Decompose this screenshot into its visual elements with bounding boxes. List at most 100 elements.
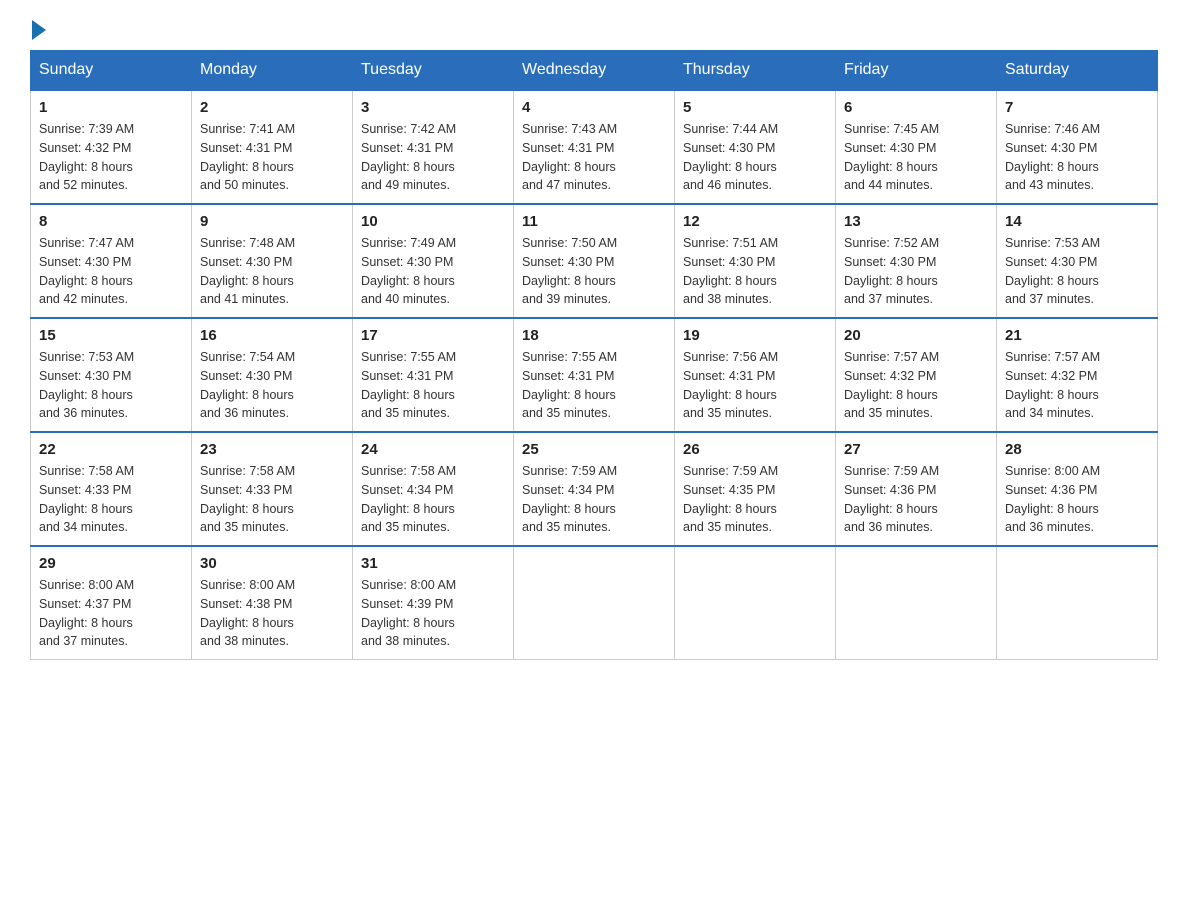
calendar-cell: 20 Sunrise: 7:57 AMSunset: 4:32 PMDaylig… bbox=[836, 318, 997, 432]
calendar-week-row: 8 Sunrise: 7:47 AMSunset: 4:30 PMDayligh… bbox=[31, 204, 1158, 318]
calendar-cell: 16 Sunrise: 7:54 AMSunset: 4:30 PMDaylig… bbox=[192, 318, 353, 432]
calendar-cell: 28 Sunrise: 8:00 AMSunset: 4:36 PMDaylig… bbox=[997, 432, 1158, 546]
day-number: 29 bbox=[39, 555, 183, 572]
calendar-cell: 15 Sunrise: 7:53 AMSunset: 4:30 PMDaylig… bbox=[31, 318, 192, 432]
calendar-cell: 21 Sunrise: 7:57 AMSunset: 4:32 PMDaylig… bbox=[997, 318, 1158, 432]
day-info: Sunrise: 8:00 AMSunset: 4:39 PMDaylight:… bbox=[361, 576, 505, 651]
weekday-header-monday: Monday bbox=[192, 51, 353, 91]
day-info: Sunrise: 7:57 AMSunset: 4:32 PMDaylight:… bbox=[1005, 348, 1149, 423]
day-info: Sunrise: 7:44 AMSunset: 4:30 PMDaylight:… bbox=[683, 120, 827, 195]
weekday-header-friday: Friday bbox=[836, 51, 997, 91]
calendar-cell bbox=[997, 546, 1158, 660]
day-number: 27 bbox=[844, 441, 988, 458]
day-number: 7 bbox=[1005, 99, 1149, 116]
day-info: Sunrise: 7:41 AMSunset: 4:31 PMDaylight:… bbox=[200, 120, 344, 195]
day-info: Sunrise: 7:49 AMSunset: 4:30 PMDaylight:… bbox=[361, 234, 505, 309]
day-number: 2 bbox=[200, 99, 344, 116]
day-number: 20 bbox=[844, 327, 988, 344]
calendar-cell: 18 Sunrise: 7:55 AMSunset: 4:31 PMDaylig… bbox=[514, 318, 675, 432]
day-info: Sunrise: 8:00 AMSunset: 4:38 PMDaylight:… bbox=[200, 576, 344, 651]
weekday-header-saturday: Saturday bbox=[997, 51, 1158, 91]
day-number: 30 bbox=[200, 555, 344, 572]
day-number: 6 bbox=[844, 99, 988, 116]
day-number: 5 bbox=[683, 99, 827, 116]
day-info: Sunrise: 7:52 AMSunset: 4:30 PMDaylight:… bbox=[844, 234, 988, 309]
day-info: Sunrise: 7:47 AMSunset: 4:30 PMDaylight:… bbox=[39, 234, 183, 309]
day-number: 18 bbox=[522, 327, 666, 344]
day-info: Sunrise: 7:59 AMSunset: 4:34 PMDaylight:… bbox=[522, 462, 666, 537]
day-number: 26 bbox=[683, 441, 827, 458]
day-info: Sunrise: 7:59 AMSunset: 4:36 PMDaylight:… bbox=[844, 462, 988, 537]
day-info: Sunrise: 7:45 AMSunset: 4:30 PMDaylight:… bbox=[844, 120, 988, 195]
day-number: 21 bbox=[1005, 327, 1149, 344]
calendar-cell: 7 Sunrise: 7:46 AMSunset: 4:30 PMDayligh… bbox=[997, 90, 1158, 204]
day-number: 8 bbox=[39, 213, 183, 230]
logo bbox=[30, 20, 48, 40]
calendar-cell bbox=[514, 546, 675, 660]
calendar-table: SundayMondayTuesdayWednesdayThursdayFrid… bbox=[30, 50, 1158, 660]
day-info: Sunrise: 7:50 AMSunset: 4:30 PMDaylight:… bbox=[522, 234, 666, 309]
day-info: Sunrise: 7:55 AMSunset: 4:31 PMDaylight:… bbox=[361, 348, 505, 423]
calendar-week-row: 29 Sunrise: 8:00 AMSunset: 4:37 PMDaylig… bbox=[31, 546, 1158, 660]
day-number: 4 bbox=[522, 99, 666, 116]
day-info: Sunrise: 7:53 AMSunset: 4:30 PMDaylight:… bbox=[39, 348, 183, 423]
weekday-header-row: SundayMondayTuesdayWednesdayThursdayFrid… bbox=[31, 51, 1158, 91]
calendar-cell: 17 Sunrise: 7:55 AMSunset: 4:31 PMDaylig… bbox=[353, 318, 514, 432]
calendar-cell: 27 Sunrise: 7:59 AMSunset: 4:36 PMDaylig… bbox=[836, 432, 997, 546]
page-header bbox=[30, 20, 1158, 40]
calendar-cell: 3 Sunrise: 7:42 AMSunset: 4:31 PMDayligh… bbox=[353, 90, 514, 204]
calendar-cell: 23 Sunrise: 7:58 AMSunset: 4:33 PMDaylig… bbox=[192, 432, 353, 546]
day-info: Sunrise: 7:48 AMSunset: 4:30 PMDaylight:… bbox=[200, 234, 344, 309]
day-number: 15 bbox=[39, 327, 183, 344]
day-info: Sunrise: 8:00 AMSunset: 4:36 PMDaylight:… bbox=[1005, 462, 1149, 537]
day-info: Sunrise: 7:42 AMSunset: 4:31 PMDaylight:… bbox=[361, 120, 505, 195]
calendar-cell: 30 Sunrise: 8:00 AMSunset: 4:38 PMDaylig… bbox=[192, 546, 353, 660]
day-info: Sunrise: 7:57 AMSunset: 4:32 PMDaylight:… bbox=[844, 348, 988, 423]
calendar-cell: 14 Sunrise: 7:53 AMSunset: 4:30 PMDaylig… bbox=[997, 204, 1158, 318]
day-number: 10 bbox=[361, 213, 505, 230]
day-info: Sunrise: 7:56 AMSunset: 4:31 PMDaylight:… bbox=[683, 348, 827, 423]
calendar-cell: 9 Sunrise: 7:48 AMSunset: 4:30 PMDayligh… bbox=[192, 204, 353, 318]
day-number: 23 bbox=[200, 441, 344, 458]
day-info: Sunrise: 7:58 AMSunset: 4:33 PMDaylight:… bbox=[39, 462, 183, 537]
calendar-cell: 22 Sunrise: 7:58 AMSunset: 4:33 PMDaylig… bbox=[31, 432, 192, 546]
day-number: 3 bbox=[361, 99, 505, 116]
day-info: Sunrise: 7:58 AMSunset: 4:34 PMDaylight:… bbox=[361, 462, 505, 537]
day-number: 1 bbox=[39, 99, 183, 116]
day-info: Sunrise: 7:39 AMSunset: 4:32 PMDaylight:… bbox=[39, 120, 183, 195]
day-number: 25 bbox=[522, 441, 666, 458]
calendar-cell: 6 Sunrise: 7:45 AMSunset: 4:30 PMDayligh… bbox=[836, 90, 997, 204]
calendar-cell: 31 Sunrise: 8:00 AMSunset: 4:39 PMDaylig… bbox=[353, 546, 514, 660]
calendar-cell: 12 Sunrise: 7:51 AMSunset: 4:30 PMDaylig… bbox=[675, 204, 836, 318]
day-number: 13 bbox=[844, 213, 988, 230]
calendar-cell: 24 Sunrise: 7:58 AMSunset: 4:34 PMDaylig… bbox=[353, 432, 514, 546]
calendar-cell: 1 Sunrise: 7:39 AMSunset: 4:32 PMDayligh… bbox=[31, 90, 192, 204]
day-number: 19 bbox=[683, 327, 827, 344]
day-info: Sunrise: 7:54 AMSunset: 4:30 PMDaylight:… bbox=[200, 348, 344, 423]
day-number: 28 bbox=[1005, 441, 1149, 458]
day-info: Sunrise: 7:51 AMSunset: 4:30 PMDaylight:… bbox=[683, 234, 827, 309]
weekday-header-thursday: Thursday bbox=[675, 51, 836, 91]
day-number: 22 bbox=[39, 441, 183, 458]
calendar-cell: 13 Sunrise: 7:52 AMSunset: 4:30 PMDaylig… bbox=[836, 204, 997, 318]
calendar-cell: 11 Sunrise: 7:50 AMSunset: 4:30 PMDaylig… bbox=[514, 204, 675, 318]
day-number: 11 bbox=[522, 213, 666, 230]
day-info: Sunrise: 7:43 AMSunset: 4:31 PMDaylight:… bbox=[522, 120, 666, 195]
calendar-cell: 2 Sunrise: 7:41 AMSunset: 4:31 PMDayligh… bbox=[192, 90, 353, 204]
day-info: Sunrise: 7:53 AMSunset: 4:30 PMDaylight:… bbox=[1005, 234, 1149, 309]
calendar-cell: 10 Sunrise: 7:49 AMSunset: 4:30 PMDaylig… bbox=[353, 204, 514, 318]
logo-arrow-icon bbox=[32, 20, 46, 40]
calendar-week-row: 1 Sunrise: 7:39 AMSunset: 4:32 PMDayligh… bbox=[31, 90, 1158, 204]
calendar-cell bbox=[675, 546, 836, 660]
day-number: 12 bbox=[683, 213, 827, 230]
weekday-header-wednesday: Wednesday bbox=[514, 51, 675, 91]
calendar-cell bbox=[836, 546, 997, 660]
calendar-cell: 4 Sunrise: 7:43 AMSunset: 4:31 PMDayligh… bbox=[514, 90, 675, 204]
calendar-cell: 19 Sunrise: 7:56 AMSunset: 4:31 PMDaylig… bbox=[675, 318, 836, 432]
calendar-cell: 25 Sunrise: 7:59 AMSunset: 4:34 PMDaylig… bbox=[514, 432, 675, 546]
weekday-header-tuesday: Tuesday bbox=[353, 51, 514, 91]
day-number: 14 bbox=[1005, 213, 1149, 230]
day-number: 17 bbox=[361, 327, 505, 344]
day-number: 31 bbox=[361, 555, 505, 572]
calendar-week-row: 15 Sunrise: 7:53 AMSunset: 4:30 PMDaylig… bbox=[31, 318, 1158, 432]
